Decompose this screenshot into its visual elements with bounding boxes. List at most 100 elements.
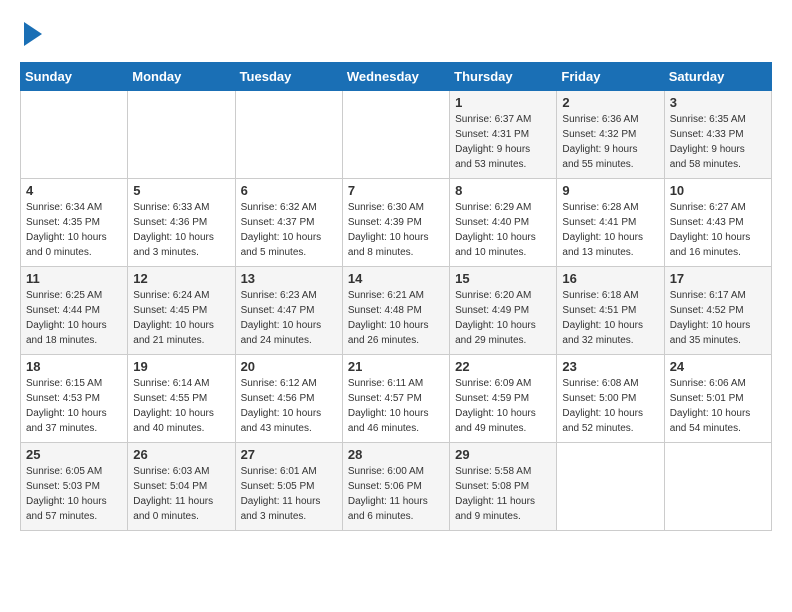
calendar-cell: 23 Sunrise: 6:08 AM Sunset: 5:00 PM Dayli… — [557, 355, 664, 443]
day-info: Sunrise: 6:12 AM Sunset: 4:56 PM Dayligh… — [241, 376, 337, 436]
day-info: Sunrise: 6:35 AM Sunset: 4:33 PM Dayligh… — [670, 112, 766, 172]
calendar-cell: 3 Sunrise: 6:35 AM Sunset: 4:33 PM Daylig… — [664, 91, 771, 179]
calendar-cell: 24 Sunrise: 6:06 AM Sunset: 5:01 PM Dayli… — [664, 355, 771, 443]
calendar-cell: 6 Sunrise: 6:32 AM Sunset: 4:37 PM Daylig… — [235, 179, 342, 267]
calendar-cell: 21 Sunrise: 6:11 AM Sunset: 4:57 PM Dayli… — [342, 355, 449, 443]
day-number: 11 — [26, 271, 122, 286]
calendar-cell: 27 Sunrise: 6:01 AM Sunset: 5:05 PM Dayli… — [235, 443, 342, 531]
day-number: 5 — [133, 183, 229, 198]
day-info: Sunrise: 6:06 AM Sunset: 5:01 PM Dayligh… — [670, 376, 766, 436]
calendar-cell: 26 Sunrise: 6:03 AM Sunset: 5:04 PM Dayli… — [128, 443, 235, 531]
calendar-cell: 14 Sunrise: 6:21 AM Sunset: 4:48 PM Dayli… — [342, 267, 449, 355]
day-info: Sunrise: 6:30 AM Sunset: 4:39 PM Dayligh… — [348, 200, 444, 260]
day-info: Sunrise: 6:21 AM Sunset: 4:48 PM Dayligh… — [348, 288, 444, 348]
calendar-cell: 4 Sunrise: 6:34 AM Sunset: 4:35 PM Daylig… — [21, 179, 128, 267]
calendar-cell: 22 Sunrise: 6:09 AM Sunset: 4:59 PM Dayli… — [450, 355, 557, 443]
calendar-cell: 5 Sunrise: 6:33 AM Sunset: 4:36 PM Daylig… — [128, 179, 235, 267]
day-info: Sunrise: 6:33 AM Sunset: 4:36 PM Dayligh… — [133, 200, 229, 260]
day-info: Sunrise: 6:29 AM Sunset: 4:40 PM Dayligh… — [455, 200, 551, 260]
day-info: Sunrise: 6:24 AM Sunset: 4:45 PM Dayligh… — [133, 288, 229, 348]
day-info: Sunrise: 6:00 AM Sunset: 5:06 PM Dayligh… — [348, 464, 444, 524]
calendar-cell: 13 Sunrise: 6:23 AM Sunset: 4:47 PM Dayli… — [235, 267, 342, 355]
day-info: Sunrise: 6:17 AM Sunset: 4:52 PM Dayligh… — [670, 288, 766, 348]
day-number: 24 — [670, 359, 766, 374]
calendar-cell — [21, 91, 128, 179]
day-number: 6 — [241, 183, 337, 198]
calendar-cell: 29 Sunrise: 5:58 AM Sunset: 5:08 PM Dayli… — [450, 443, 557, 531]
day-info: Sunrise: 6:27 AM Sunset: 4:43 PM Dayligh… — [670, 200, 766, 260]
calendar-cell: 15 Sunrise: 6:20 AM Sunset: 4:49 PM Dayli… — [450, 267, 557, 355]
calendar-cell: 12 Sunrise: 6:24 AM Sunset: 4:45 PM Dayli… — [128, 267, 235, 355]
day-number: 19 — [133, 359, 229, 374]
day-info: Sunrise: 6:15 AM Sunset: 4:53 PM Dayligh… — [26, 376, 122, 436]
calendar-cell — [342, 91, 449, 179]
day-info: Sunrise: 6:14 AM Sunset: 4:55 PM Dayligh… — [133, 376, 229, 436]
day-number: 7 — [348, 183, 444, 198]
header-friday: Friday — [557, 63, 664, 91]
calendar-cell: 1Sunrise: 6:37 AM Sunset: 4:31 PM Daylig… — [450, 91, 557, 179]
calendar-table: SundayMondayTuesdayWednesdayThursdayFrid… — [20, 62, 772, 531]
day-info: Sunrise: 6:03 AM Sunset: 5:04 PM Dayligh… — [133, 464, 229, 524]
header-thursday: Thursday — [450, 63, 557, 91]
header-monday: Monday — [128, 63, 235, 91]
header-tuesday: Tuesday — [235, 63, 342, 91]
logo-arrow-icon — [24, 22, 42, 46]
header-sunday: Sunday — [21, 63, 128, 91]
day-info: Sunrise: 6:28 AM Sunset: 4:41 PM Dayligh… — [562, 200, 658, 260]
day-number: 16 — [562, 271, 658, 286]
day-info: Sunrise: 6:11 AM Sunset: 4:57 PM Dayligh… — [348, 376, 444, 436]
calendar-header: SundayMondayTuesdayWednesdayThursdayFrid… — [21, 63, 772, 91]
day-number: 15 — [455, 271, 551, 286]
day-info: Sunrise: 6:08 AM Sunset: 5:00 PM Dayligh… — [562, 376, 658, 436]
day-number: 25 — [26, 447, 122, 462]
day-info: Sunrise: 6:09 AM Sunset: 4:59 PM Dayligh… — [455, 376, 551, 436]
day-number: 10 — [670, 183, 766, 198]
calendar-cell: 28Sunrise: 6:00 AM Sunset: 5:06 PM Dayli… — [342, 443, 449, 531]
day-number: 13 — [241, 271, 337, 286]
calendar-cell: 7 Sunrise: 6:30 AM Sunset: 4:39 PM Daylig… — [342, 179, 449, 267]
calendar-cell: 25 Sunrise: 6:05 AM Sunset: 5:03 PM Dayli… — [21, 443, 128, 531]
day-number: 29 — [455, 447, 551, 462]
day-info: Sunrise: 6:32 AM Sunset: 4:37 PM Dayligh… — [241, 200, 337, 260]
day-number: 22 — [455, 359, 551, 374]
day-info: Sunrise: 6:01 AM Sunset: 5:05 PM Dayligh… — [241, 464, 337, 524]
logo — [20, 20, 42, 46]
calendar-cell: 18 Sunrise: 6:15 AM Sunset: 4:53 PM Dayli… — [21, 355, 128, 443]
day-info: Sunrise: 5:58 AM Sunset: 5:08 PM Dayligh… — [455, 464, 551, 524]
day-number: 12 — [133, 271, 229, 286]
calendar-cell: 16 Sunrise: 6:18 AM Sunset: 4:51 PM Dayli… — [557, 267, 664, 355]
day-number: 9 — [562, 183, 658, 198]
day-number: 21 — [348, 359, 444, 374]
day-info: Sunrise: 6:34 AM Sunset: 4:35 PM Dayligh… — [26, 200, 122, 260]
day-info: Sunrise: 6:18 AM Sunset: 4:51 PM Dayligh… — [562, 288, 658, 348]
calendar-cell: 8 Sunrise: 6:29 AM Sunset: 4:40 PM Daylig… — [450, 179, 557, 267]
calendar-cell: 20 Sunrise: 6:12 AM Sunset: 4:56 PM Dayli… — [235, 355, 342, 443]
calendar-cell — [557, 443, 664, 531]
calendar-cell — [128, 91, 235, 179]
day-number: 17 — [670, 271, 766, 286]
calendar-cell: 19 Sunrise: 6:14 AM Sunset: 4:55 PM Dayli… — [128, 355, 235, 443]
day-number: 23 — [562, 359, 658, 374]
calendar-cell: 9 Sunrise: 6:28 AM Sunset: 4:41 PM Daylig… — [557, 179, 664, 267]
page-header — [20, 20, 772, 46]
calendar-cell: 11 Sunrise: 6:25 AM Sunset: 4:44 PM Dayli… — [21, 267, 128, 355]
day-info: Sunrise: 6:23 AM Sunset: 4:47 PM Dayligh… — [241, 288, 337, 348]
day-number: 18 — [26, 359, 122, 374]
header-saturday: Saturday — [664, 63, 771, 91]
day-number: 3 — [670, 95, 766, 110]
day-info: Sunrise: 6:05 AM Sunset: 5:03 PM Dayligh… — [26, 464, 122, 524]
day-number: 2 — [562, 95, 658, 110]
calendar-cell: 17 Sunrise: 6:17 AM Sunset: 4:52 PM Dayli… — [664, 267, 771, 355]
day-number: 14 — [348, 271, 444, 286]
day-number: 20 — [241, 359, 337, 374]
calendar-cell: 2 Sunrise: 6:36 AM Sunset: 4:32 PM Daylig… — [557, 91, 664, 179]
day-number: 26 — [133, 447, 229, 462]
day-number: 27 — [241, 447, 337, 462]
day-number: 4 — [26, 183, 122, 198]
day-number: 8 — [455, 183, 551, 198]
calendar-cell — [664, 443, 771, 531]
day-info: Sunrise: 6:20 AM Sunset: 4:49 PM Dayligh… — [455, 288, 551, 348]
day-info: Sunrise: 6:36 AM Sunset: 4:32 PM Dayligh… — [562, 112, 658, 172]
header-wednesday: Wednesday — [342, 63, 449, 91]
day-info: Sunrise: 6:25 AM Sunset: 4:44 PM Dayligh… — [26, 288, 122, 348]
